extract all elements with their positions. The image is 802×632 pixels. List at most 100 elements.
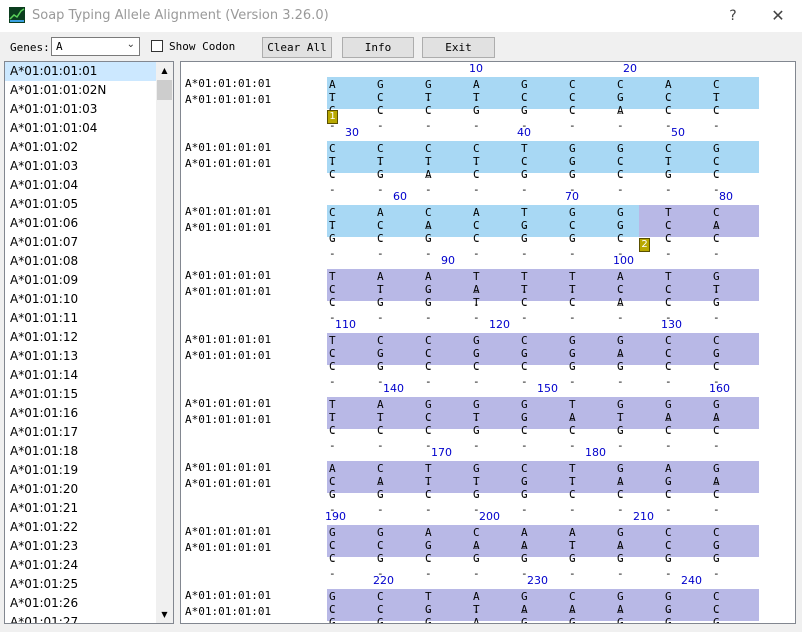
exit-button[interactable]: Exit: [422, 37, 495, 58]
sequence-band[interactable]: C T GA C CC A GA C CT G GG C GG G CT C C…: [327, 205, 759, 260]
gap-codon: - - -: [473, 605, 480, 623]
allele-list-item[interactable]: A*01:01:16: [5, 404, 157, 423]
title-bar: Soap Typing Allele Alignment (Version 3.…: [0, 0, 802, 32]
allele-list-item[interactable]: A*01:01:05: [5, 195, 157, 214]
allele-list-item[interactable]: A*01:01:20: [5, 480, 157, 499]
position-number: 100: [613, 254, 634, 267]
allele-list-item[interactable]: A*01:01:26: [5, 594, 157, 613]
gap-codon: - - -: [521, 605, 528, 623]
reference-allele-label: A*01:01:01:01: [185, 461, 272, 474]
position-number: 20: [623, 62, 637, 75]
gap-codon: - - -: [617, 605, 624, 623]
position-number: 200: [479, 510, 500, 523]
alignment-block: 220 230 240 A*01:01:01:01 A*01:01:01:01 G C G…: [181, 574, 795, 623]
genes-select-value: A: [56, 40, 63, 53]
allele-list-item[interactable]: A*01:01:17: [5, 423, 157, 442]
gap-codon: - - -: [377, 605, 384, 623]
position-number: 180: [585, 446, 606, 459]
sequence-band[interactable]: T C CA T GA G GT A TT T CT T CA C AT C C…: [327, 269, 759, 324]
allele-list-item[interactable]: A*01:01:11: [5, 309, 157, 328]
sequence-band[interactable]: A C GC A GT T CG T GC G GT T CG A CA G C…: [327, 461, 759, 516]
position-number: 80: [719, 190, 733, 203]
reference-allele-label: A*01:01:01:01: [185, 333, 272, 346]
allele-list[interactable]: A*01:01:01:01 A*01:01:01:02N A*01:01:01:03…: [4, 61, 174, 624]
sequence-band[interactable]: T T CA T CG C CG T GG G CT A CG T GG A C…: [327, 397, 759, 452]
position-number: 210: [633, 510, 654, 523]
allele-list-item[interactable]: A*01:01:22: [5, 518, 157, 537]
position-number: 110: [335, 318, 356, 331]
reference-allele-label: A*01:01:01:01: [185, 77, 272, 90]
sequence-band[interactable]: A T GG C CG T CA T GG C GC C CC G AA C C…: [327, 77, 759, 132]
position-number: 140: [383, 382, 404, 395]
allele-list-item[interactable]: A*01:01:01:03: [5, 100, 157, 119]
allele-list-item[interactable]: A*01:01:01:04: [5, 119, 157, 138]
clear-all-button[interactable]: Clear All: [262, 37, 332, 58]
alignment-block: 90 100 A*01:01:01:01 A*01:01:01:01 T C CA T …: [181, 254, 795, 324]
compare-allele-label: A*01:01:01:01: [185, 413, 272, 426]
allele-list-item[interactable]: A*01:01:01:02N: [5, 81, 157, 100]
allele-list-item[interactable]: A*01:01:07: [5, 233, 157, 252]
allele-list-item[interactable]: A*01:01:04: [5, 176, 157, 195]
toolbar: Genes: A ⌄ Show Codon Clear All Info Exi…: [0, 33, 802, 60]
allele-list-item[interactable]: A*01:01:23: [5, 537, 157, 556]
gap-codon: - - -: [425, 605, 432, 623]
allele-list-item[interactable]: A*01:01:14: [5, 366, 157, 385]
allele-list-item[interactable]: A*01:01:09: [5, 271, 157, 290]
help-button[interactable]: ?: [722, 5, 744, 27]
sequence-band[interactable]: C T CC T GC T AC T CT C GG G GG C CC T G…: [327, 141, 759, 196]
position-number: 130: [661, 318, 682, 331]
position-number: 150: [537, 382, 558, 395]
alignment-panel[interactable]: 10 20 A*01:01:01:01 A*01:01:01:01 A T GG C C…: [180, 61, 796, 624]
alignment-block: 30 40 50 A*01:01:01:01 A*01:01:01:01 C T CC T…: [181, 126, 795, 196]
genes-label: Genes:: [10, 41, 50, 54]
compare-allele-label: A*01:01:01:01: [185, 221, 272, 234]
reference-allele-label: A*01:01:01:01: [185, 205, 272, 218]
allele-list-item[interactable]: A*01:01:27: [5, 613, 157, 623]
allele-list-item[interactable]: A*01:01:02: [5, 138, 157, 157]
allele-list-item[interactable]: A*01:01:03: [5, 157, 157, 176]
reference-allele-label: A*01:01:01:01: [185, 269, 272, 282]
allele-list-scrollbar[interactable]: ▲ ▼: [156, 62, 173, 623]
gap-codon: - - -: [329, 605, 336, 623]
allele-list-item[interactable]: A*01:01:18: [5, 442, 157, 461]
sequence-band[interactable]: G C CG C GA G CC A GA A GA T GG A GC C G…: [327, 525, 759, 580]
chevron-down-icon[interactable]: ⌄: [127, 39, 135, 50]
position-number: 10: [469, 62, 483, 75]
allele-list-item[interactable]: A*01:01:13: [5, 347, 157, 366]
alignment-block: 140 150 160 A*01:01:01:01 A*01:01:01:01 T T C…: [181, 382, 795, 452]
scroll-down-icon[interactable]: ▼: [156, 606, 173, 623]
difference-marker[interactable]: 1: [327, 110, 338, 124]
position-number: 90: [441, 254, 455, 267]
allele-list-item[interactable]: A*01:01:24: [5, 556, 157, 575]
show-codon-label[interactable]: Show Codon: [169, 40, 235, 53]
alignment-block: 170 180 A*01:01:01:01 A*01:01:01:01 A C GC A…: [181, 446, 795, 516]
allele-list-item[interactable]: A*01:01:25: [5, 575, 157, 594]
show-codon-checkbox[interactable]: [151, 40, 163, 52]
position-number: 30: [345, 126, 359, 139]
genes-select[interactable]: A ⌄: [51, 37, 140, 56]
position-number: 120: [489, 318, 510, 331]
allele-list-item[interactable]: A*01:01:06: [5, 214, 157, 233]
allele-list-item[interactable]: A*01:01:08: [5, 252, 157, 271]
reference-allele-label: A*01:01:01:01: [185, 397, 272, 410]
allele-list-item[interactable]: A*01:01:15: [5, 385, 157, 404]
allele-list-item[interactable]: A*01:01:12: [5, 328, 157, 347]
position-number: 40: [517, 126, 531, 139]
alignment-block: 190 200 210 A*01:01:01:01 A*01:01:01:01 G C C…: [181, 510, 795, 580]
allele-list-item[interactable]: A*01:01:01:01: [5, 62, 157, 81]
scroll-thumb[interactable]: [157, 80, 172, 100]
sequence-band[interactable]: G C GC C GT G GA T AG A GC A GG A GG G G…: [327, 589, 759, 623]
allele-list-item[interactable]: A*01:01:19: [5, 461, 157, 480]
compare-allele-label: A*01:01:01:01: [185, 349, 272, 362]
difference-marker[interactable]: 2: [639, 238, 650, 252]
reference-allele-label: A*01:01:01:01: [185, 141, 272, 154]
close-button[interactable]: ✕: [766, 5, 790, 27]
window-title: Soap Typing Allele Alignment (Version 3.…: [32, 8, 329, 23]
scroll-up-icon[interactable]: ▲: [156, 62, 173, 79]
info-button[interactable]: Info: [342, 37, 414, 58]
alignment-block: 10 20 A*01:01:01:01 A*01:01:01:01 A T GG C C…: [181, 62, 795, 132]
allele-list-item[interactable]: A*01:01:21: [5, 499, 157, 518]
sequence-band[interactable]: T C CC G GC C CG G CC G CG G GG A GC C C…: [327, 333, 759, 388]
allele-list-item[interactable]: A*01:01:10: [5, 290, 157, 309]
position-number: 160: [709, 382, 730, 395]
